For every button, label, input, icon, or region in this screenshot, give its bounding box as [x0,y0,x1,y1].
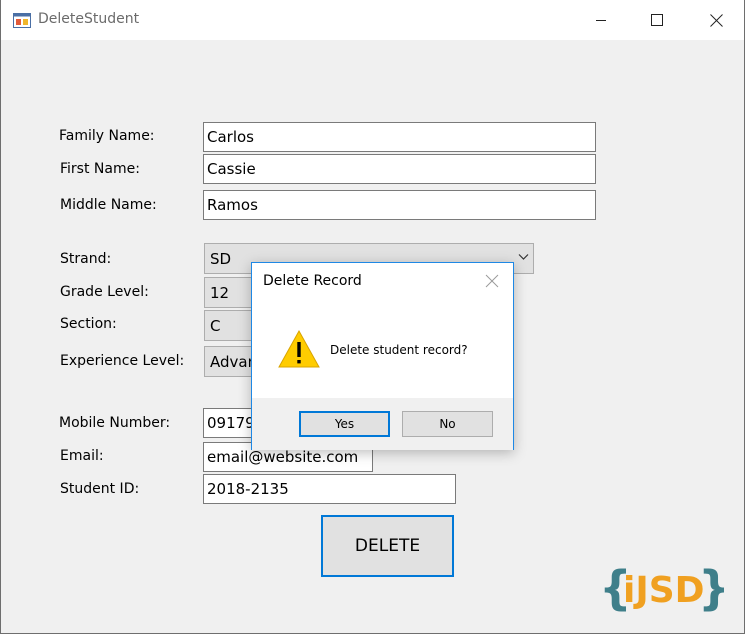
grade-level-label: Grade Level: [60,284,149,300]
logo-text: iJSD [623,570,705,611]
first-name-label: First Name: [60,161,140,177]
title-bar[interactable]: DeleteStudent [1,0,744,40]
family-name-label: Family Name: [59,128,155,144]
yes-button[interactable]: Yes [299,411,390,437]
close-button[interactable] [687,0,745,40]
dialog-close-icon[interactable] [484,273,500,289]
family-name-input[interactable]: Carlos [203,122,596,152]
chevron-down-icon [518,254,529,260]
section-value: C [210,317,221,335]
first-name-input[interactable]: Cassie [203,154,596,184]
dialog-title: Delete Record [263,273,362,289]
experience-level-label: Experience Level: [60,353,185,369]
middle-name-input[interactable]: Ramos [203,190,596,220]
middle-name-label: Middle Name: [60,197,157,213]
delete-button[interactable]: DELETE [321,515,454,577]
maximize-icon [651,14,663,26]
ijsd-logo: { iJSD } [599,561,724,615]
mobile-number-label: Mobile Number: [59,415,171,431]
window-title: DeleteStudent [38,11,140,27]
minimize-icon [596,20,606,21]
app-form-icon [13,13,31,28]
strand-value: SD [210,250,232,268]
minimize-button[interactable] [572,0,630,40]
student-id-label: Student ID: [60,481,140,497]
no-button[interactable]: No [402,411,493,437]
dialog-message: Delete student record? [330,343,468,357]
email-label: Email: [60,448,104,464]
section-label: Section: [60,316,117,332]
warning-icon [278,329,320,368]
strand-label: Strand: [60,251,112,267]
maximize-button[interactable] [628,0,686,40]
student-id-input[interactable]: 2018-2135 [203,474,456,504]
delete-record-dialog: Delete Record Delete student record? Yes… [251,262,514,450]
grade-level-value: 12 [210,284,230,302]
logo-close-brace: } [698,561,724,615]
close-icon [709,13,723,27]
